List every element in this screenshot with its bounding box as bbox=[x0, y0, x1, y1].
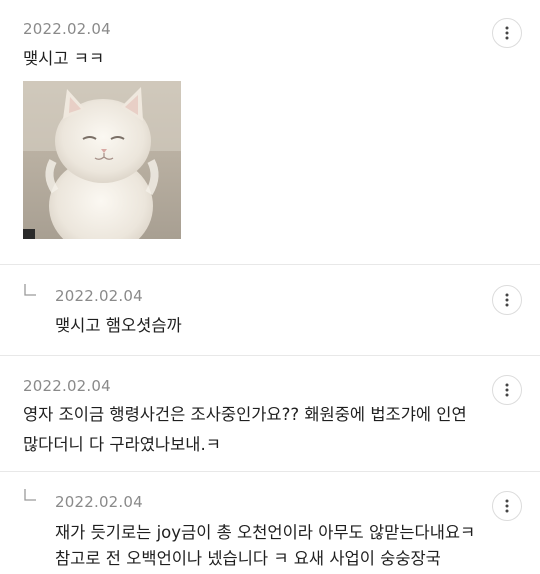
cat-photo[interactable] bbox=[23, 81, 181, 239]
vertical-dots-icon bbox=[505, 499, 509, 513]
more-options-button[interactable] bbox=[492, 18, 522, 48]
vertical-dots-icon bbox=[505, 26, 509, 40]
reply-arrow-icon bbox=[24, 489, 36, 501]
comment-item: 2022.02.04 영자 조이금 행령사건은 조사중인가요?? 홰원중에 법조… bbox=[0, 356, 540, 471]
white-persian-cat-photo bbox=[23, 81, 181, 239]
comment-date: 2022.02.04 bbox=[23, 377, 111, 395]
comment-text-line: 참고로 전 오백언이나 넸습니다 ㅋ 요새 사업이 숭숭장국 bbox=[55, 549, 441, 568]
reply-item: 2022.02.04 재가 듯기로는 joy금이 총 오천언이라 아무도 않맏는… bbox=[0, 472, 540, 572]
reply-item: 2022.02.04 맺시고 햄오셧슴까 bbox=[0, 265, 540, 355]
vertical-dots-icon bbox=[505, 293, 509, 307]
more-options-button[interactable] bbox=[492, 375, 522, 405]
vertical-dots-icon bbox=[505, 383, 509, 397]
comment-date: 2022.02.04 bbox=[55, 287, 143, 305]
more-options-button[interactable] bbox=[492, 285, 522, 315]
more-options-button[interactable] bbox=[492, 491, 522, 521]
comment-date: 2022.02.04 bbox=[55, 493, 143, 511]
comment-text-line: 많다더니 다 구라였나보내.ㅋ bbox=[23, 435, 221, 454]
comment-text-line: 맺시고 햄오셧슴까 bbox=[55, 316, 182, 335]
comment-text-line: 맺시고 ㅋㅋ bbox=[23, 49, 105, 68]
comment-date: 2022.02.04 bbox=[23, 20, 111, 38]
comment-text-line: 영자 조이금 행령사건은 조사중인가요?? 홰원중에 법조갸에 인연 bbox=[23, 405, 467, 424]
reply-arrow-icon bbox=[24, 284, 36, 296]
comment-item: 2022.02.04 맺시고 ㅋㅋ bbox=[0, 0, 540, 265]
